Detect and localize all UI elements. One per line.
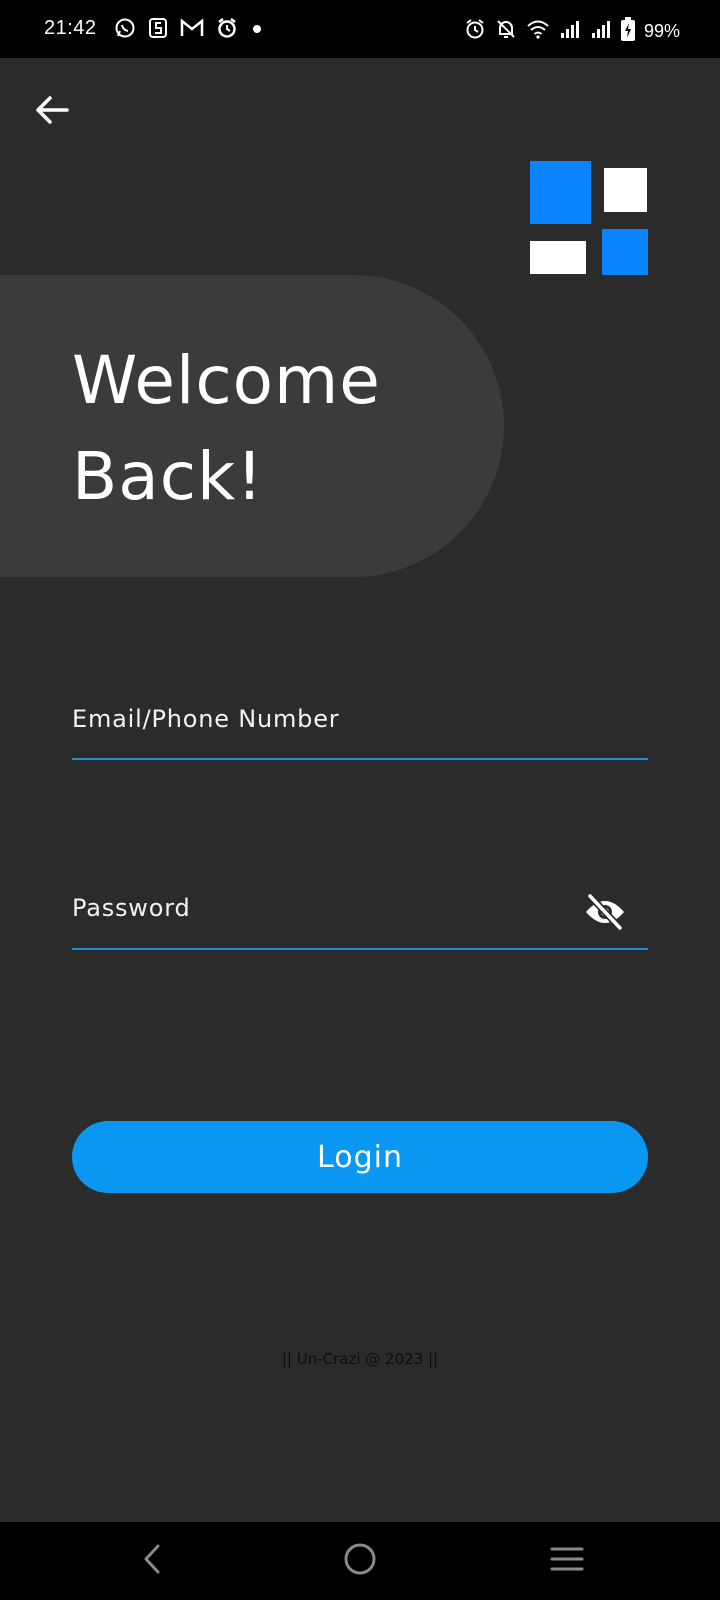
email-field-container xyxy=(72,680,648,760)
signal-icon xyxy=(559,19,581,43)
notifications-off-icon xyxy=(495,18,517,44)
back-icon xyxy=(140,1543,164,1579)
logo-square-blue-small xyxy=(602,229,648,275)
welcome-heading: Welcome Back! xyxy=(72,333,381,525)
whatsapp-icon xyxy=(114,17,136,43)
battery-charging-icon xyxy=(620,17,635,45)
logo-square-blue-large xyxy=(530,161,591,224)
logo-square-white-small xyxy=(604,168,647,212)
home-icon xyxy=(343,1542,377,1580)
arrow-left-icon xyxy=(35,95,69,129)
status-left-icons xyxy=(114,17,264,43)
recents-icon xyxy=(550,1545,584,1577)
system-nav-bar xyxy=(0,1522,720,1600)
alarm-icon xyxy=(464,18,486,44)
battery-percent: 99% xyxy=(643,20,680,41)
nav-recents-button[interactable] xyxy=(543,1538,591,1584)
eye-off-icon[interactable] xyxy=(584,892,626,932)
status-bar: 21:42 99% xyxy=(0,0,720,58)
nav-back-button[interactable] xyxy=(128,1538,176,1584)
alarm-icon xyxy=(216,17,238,43)
gmail-icon xyxy=(180,18,204,42)
login-screen: Welcome Back! Login || Un-Crazi @ 2023 |… xyxy=(0,58,720,1522)
welcome-line-1: Welcome xyxy=(72,342,381,419)
password-input[interactable] xyxy=(72,868,648,948)
s-app-icon xyxy=(148,17,168,43)
login-button[interactable]: Login xyxy=(72,1121,648,1193)
back-button[interactable] xyxy=(28,88,76,136)
status-time: 21:42 xyxy=(44,17,97,39)
signal-icon xyxy=(590,19,612,43)
wifi-icon xyxy=(526,18,550,44)
email-phone-input[interactable] xyxy=(72,680,648,758)
footer-copyright: || Un-Crazi @ 2023 || xyxy=(281,1350,439,1368)
app-logo xyxy=(530,161,648,276)
notification-dot xyxy=(250,21,264,40)
status-right-icons: 99% xyxy=(464,17,680,45)
welcome-line-2: Back! xyxy=(72,438,264,515)
password-field-container xyxy=(72,868,648,950)
nav-home-button[interactable] xyxy=(336,1538,384,1584)
logo-rect-white xyxy=(530,241,586,274)
